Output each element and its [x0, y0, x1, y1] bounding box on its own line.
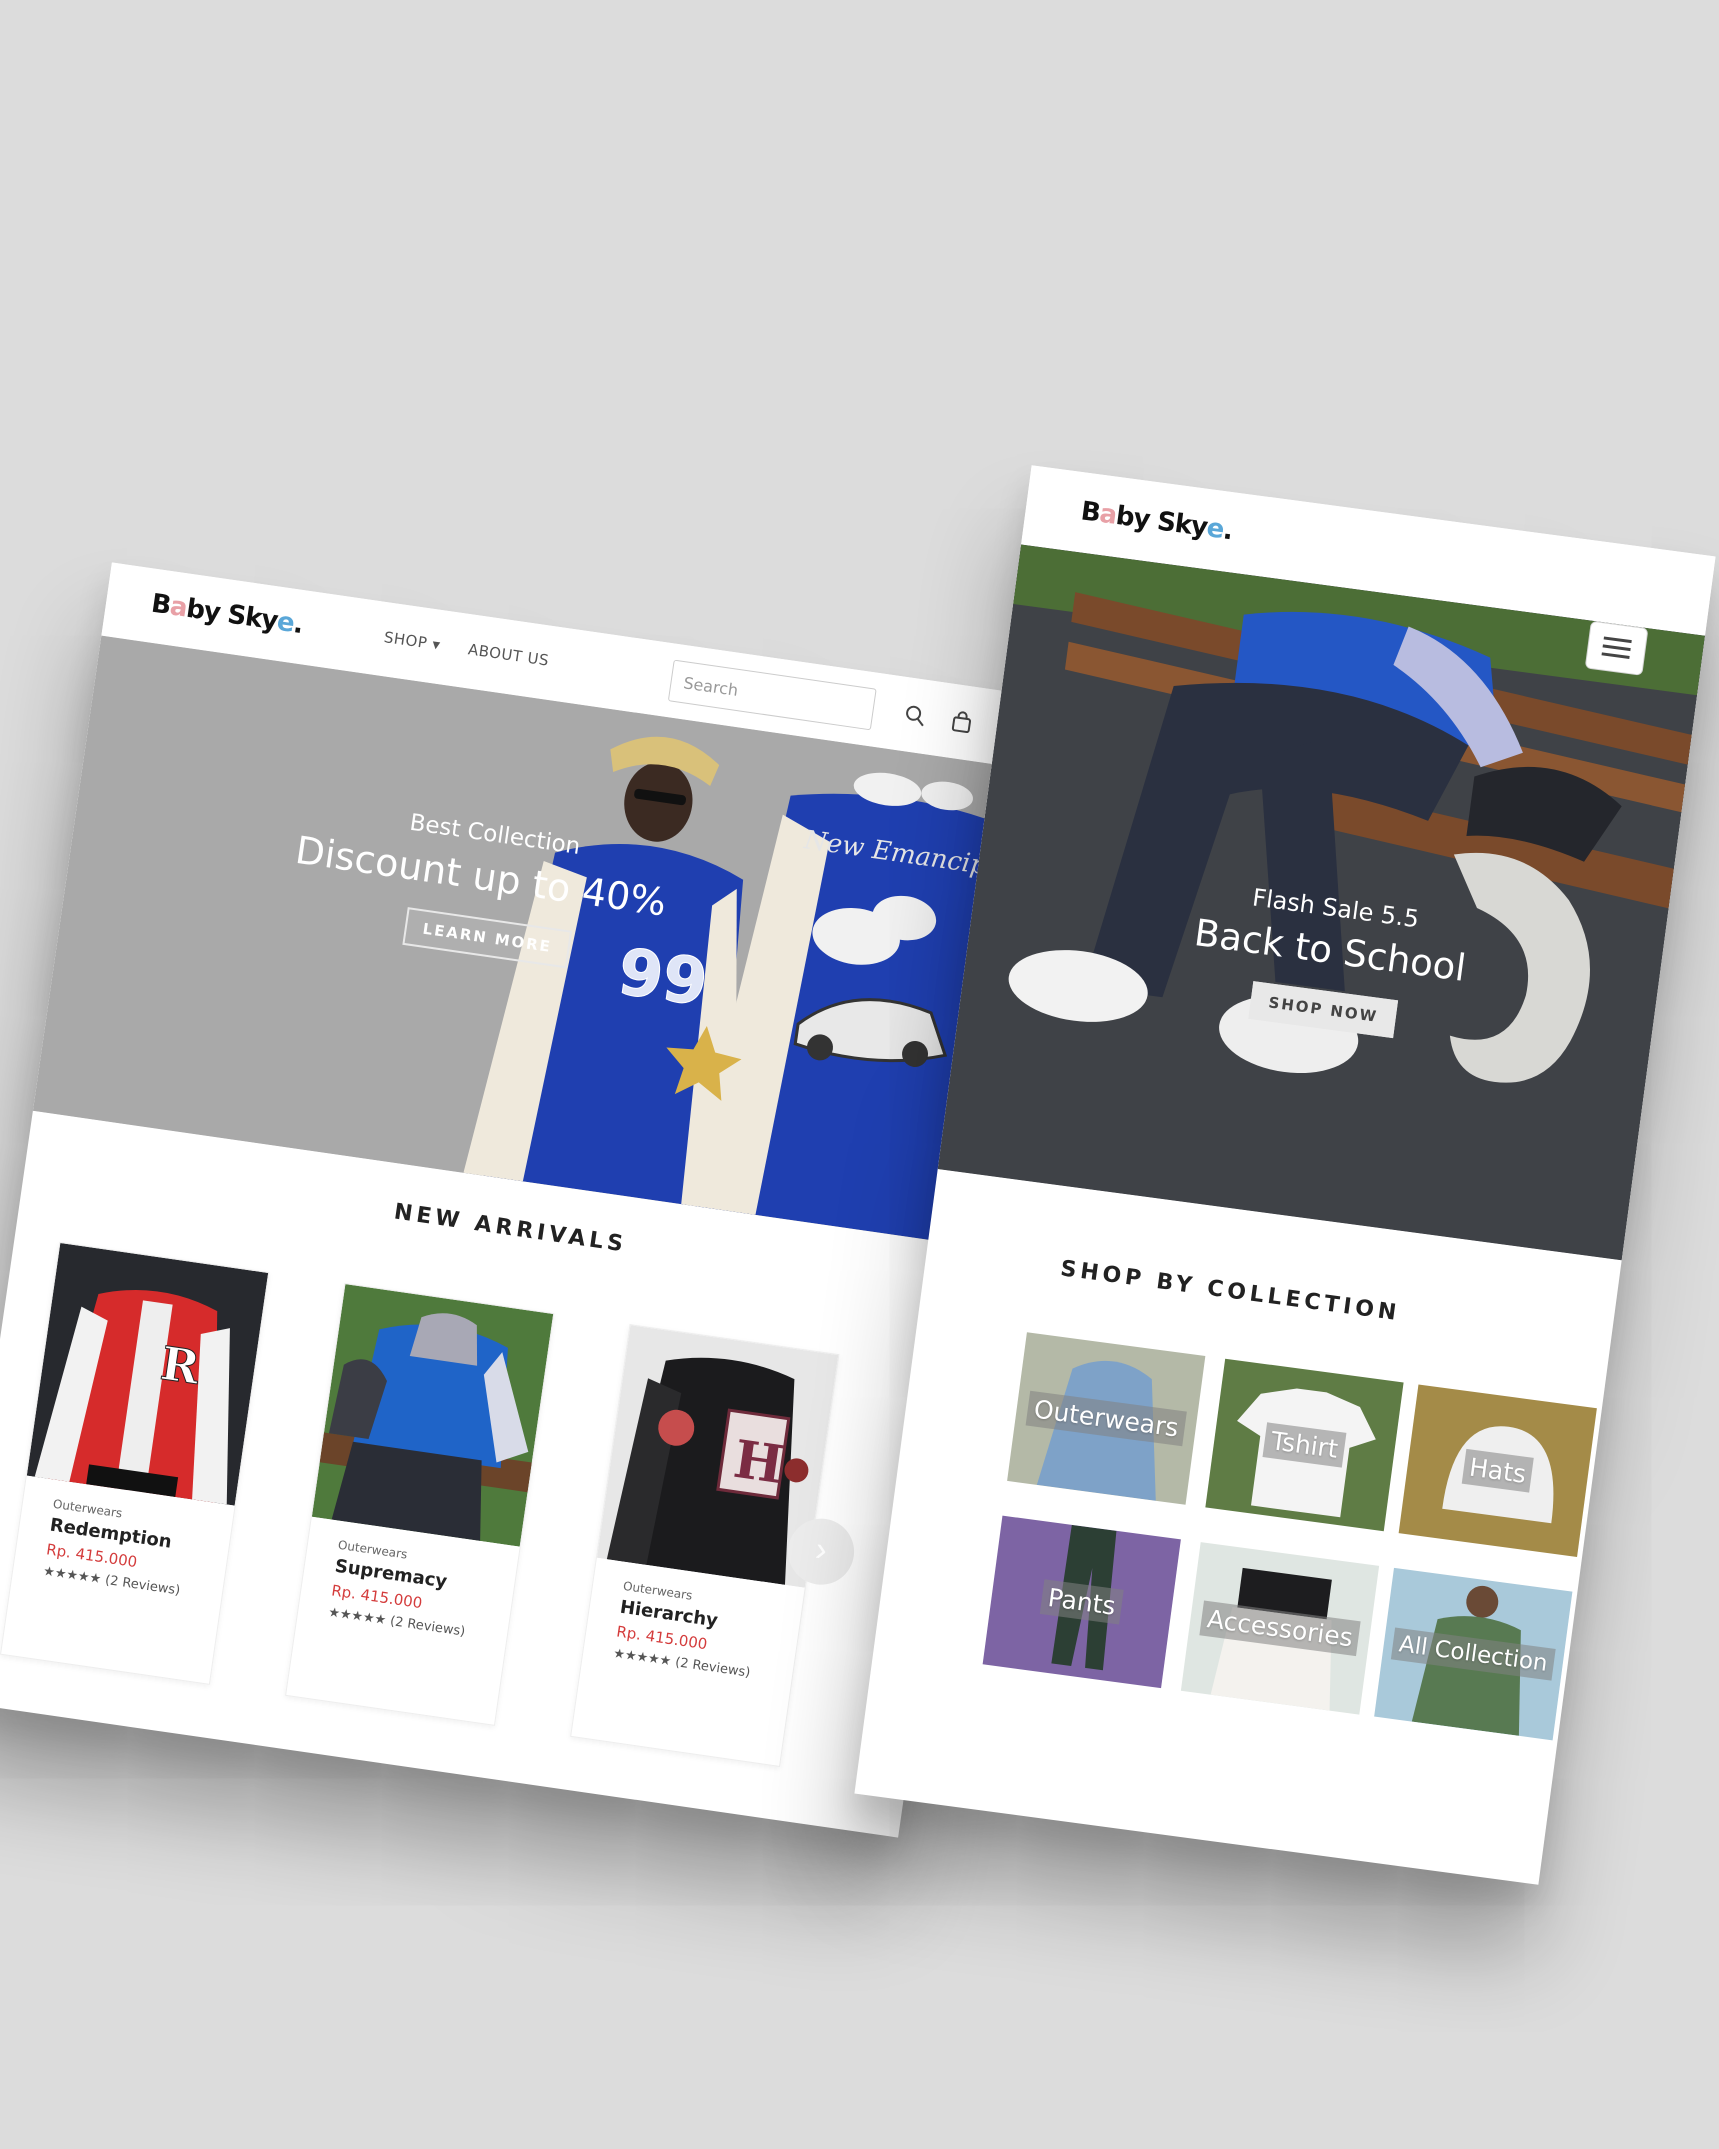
- svg-text:99: 99: [613, 935, 712, 1021]
- collection-tile-all[interactable]: All Collection: [1374, 1567, 1573, 1741]
- review-count: (2 Reviews): [674, 1655, 752, 1681]
- product-reviews: ★★★★★ (2 Reviews): [612, 1646, 751, 1681]
- collection-tile-outerwears[interactable]: Outerwears: [1007, 1332, 1206, 1505]
- svg-text:H: H: [730, 1429, 787, 1496]
- review-count: (2 Reviews): [389, 1614, 467, 1640]
- caret-down-icon: ▾: [431, 635, 442, 655]
- collection-tile-hats[interactable]: Hats: [1398, 1384, 1597, 1557]
- product-image: [311, 1284, 554, 1547]
- bag-icon[interactable]: [948, 709, 975, 736]
- search-input[interactable]: [667, 659, 877, 731]
- logo-text: by Sky: [184, 593, 280, 637]
- review-count: (2 Reviews): [104, 1572, 182, 1599]
- logo-text: by Sky: [1114, 500, 1209, 543]
- collection-tile-accessories[interactable]: Accessories: [1180, 1542, 1380, 1715]
- brand-logo[interactable]: Baby Skye.: [149, 589, 304, 640]
- rating-stars-icon: ★★★★★: [612, 1646, 673, 1670]
- nav-about[interactable]: ABOUT US: [467, 640, 550, 669]
- hamburger-menu-icon[interactable]: [1584, 620, 1649, 676]
- product-reviews: ★★★★★ (2 Reviews): [42, 1564, 181, 1599]
- nav-shop-label: SHOP: [382, 628, 429, 653]
- collection-tile-pants[interactable]: Pants: [982, 1515, 1181, 1689]
- product-image: R: [26, 1243, 269, 1506]
- mobile-mockup: Baby Skye. Flash Sale 5.5 Back to School…: [854, 465, 1716, 1885]
- brand-logo[interactable]: Baby Skye.: [1079, 496, 1234, 546]
- rating-stars-icon: ★★★★★: [327, 1605, 388, 1629]
- product-card[interactable]: Outerwears Supremacy Rp. 415.000 ★★★★★ (…: [285, 1282, 555, 1726]
- search-icon[interactable]: [902, 702, 929, 729]
- collection-tile-tshirt[interactable]: Tshirt: [1205, 1358, 1404, 1532]
- new-arrivals-title: NEW ARRIVALS: [392, 1199, 629, 1258]
- shop-by-collection-title: SHOP BY COLLECTION: [1058, 1256, 1402, 1327]
- product-reviews: ★★★★★ (2 Reviews): [327, 1605, 466, 1640]
- rating-stars-icon: ★★★★★: [42, 1564, 103, 1588]
- nav-shop[interactable]: SHOP ▾: [383, 628, 442, 654]
- product-card[interactable]: R Outerwears Redemption Rp. 415.000 ★★★★…: [0, 1241, 270, 1685]
